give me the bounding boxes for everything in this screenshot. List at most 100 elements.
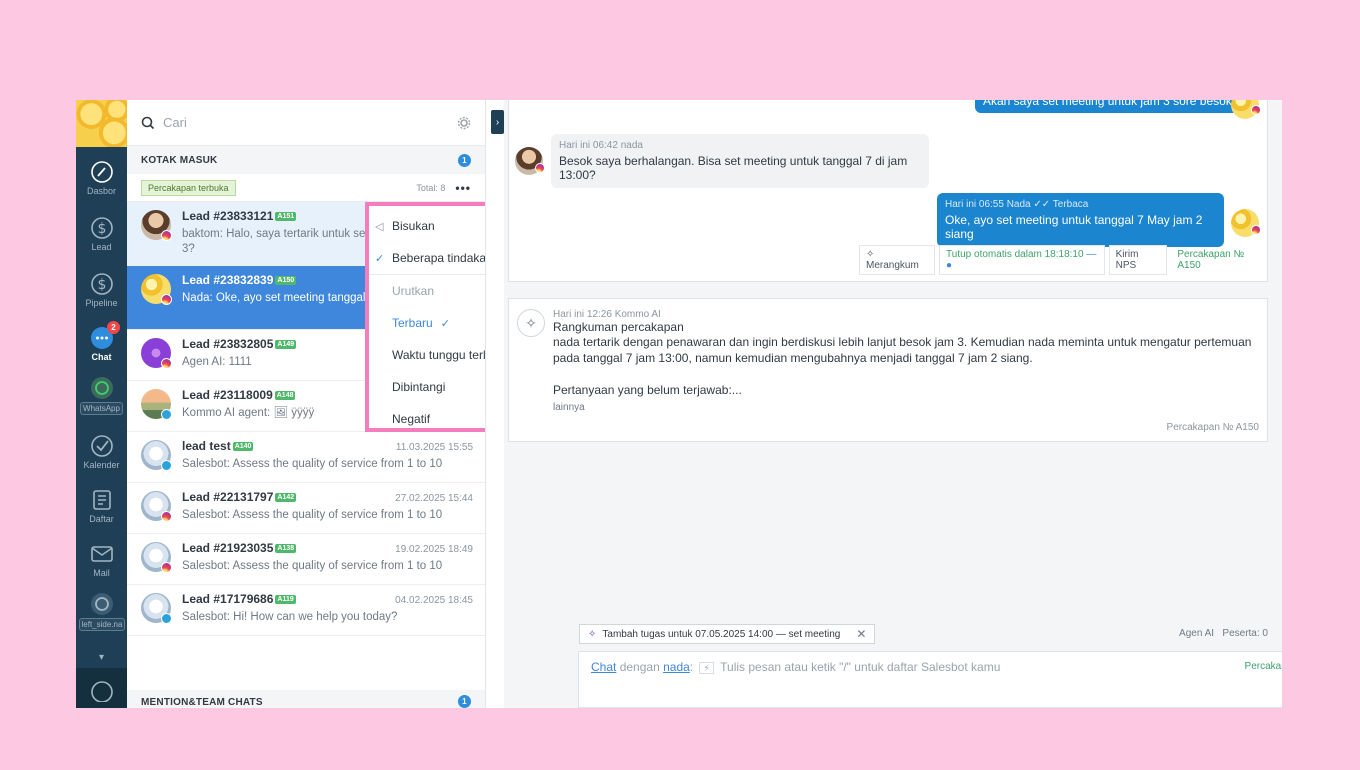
nav-label: Lead — [91, 242, 112, 252]
chat-participants-meta: Agen AI Peserta: 0 — [1179, 628, 1268, 639]
lead-title: Lead #21923035 — [182, 541, 274, 555]
pipeline-dollar-icon: $ — [90, 273, 113, 295]
lead-title: Lead #23833121 — [182, 209, 274, 223]
whatsapp-icon — [90, 593, 113, 615]
section-title: MENTION&TEAM CHATS — [141, 697, 263, 708]
instagram-icon — [1251, 225, 1261, 235]
message-text: Besok saya berhalangan. Bisa set meeting… — [559, 154, 908, 182]
lightning-icon[interactable]: ⚡ — [699, 662, 714, 674]
nav-label: Dasbor — [86, 186, 116, 196]
list-icon — [92, 490, 111, 510]
nav-kalender[interactable]: Kalender — [76, 434, 127, 470]
menu-item-sort-longest-wait[interactable]: Waktu tunggu terlama — [369, 339, 485, 371]
app-window: Dasbor $ Lead $ Pipeline 2 Chat WhatsApp… — [76, 100, 1282, 708]
check-icon: ✓ — [440, 317, 450, 330]
timestamp: 19.02.2025 18:49 — [395, 544, 473, 555]
instagram-icon — [161, 511, 172, 522]
menu-item-label: Negatif — [392, 412, 431, 426]
nav-chat[interactable]: 2 Chat — [76, 321, 127, 362]
instagram-icon — [161, 230, 172, 241]
lead-title: Lead #17179686 — [182, 592, 274, 606]
dashboard-icon — [90, 161, 113, 183]
notifications-bell-icon[interactable] — [90, 678, 114, 702]
read-status: Terbaca — [1052, 199, 1089, 210]
chip-label: Tutup otomatis dalam 18:18:10 — [946, 249, 1084, 260]
nav-label: Kalender — [83, 460, 120, 470]
inbox-section-header[interactable]: KOTAK MASUK 1 — [127, 146, 485, 174]
autoclose-toggle[interactable]: Tutup otomatis dalam 18:18:10 —● — [939, 245, 1105, 275]
menu-item-label: Dibintangi — [392, 380, 446, 394]
conversation-number[interactable]: Percakapan № A150 — [1245, 661, 1282, 672]
menu-item-sort-negative[interactable]: Negatif — [369, 403, 485, 435]
menu-item-multiple-actions[interactable]: ✓ Beberapa tindakan — [369, 242, 486, 274]
lead-title: Lead #23118009 — [182, 388, 273, 402]
close-icon[interactable]: ✕ — [856, 627, 866, 641]
calendar-check-icon — [90, 435, 113, 457]
chip-label: Kirim NPS — [1115, 249, 1139, 271]
ai-more-link[interactable]: lainnya — [553, 402, 1257, 413]
ai-summary-body: nada tertarik dengan penawaran dan ingin… — [553, 335, 1252, 365]
last-message: Salesbot: Assess the quality of service … — [182, 458, 443, 470]
search-input[interactable] — [163, 115, 457, 130]
nav-lead[interactable]: $ Lead — [76, 216, 127, 252]
double-check-icon: ✓✓ — [1033, 199, 1051, 210]
nav-pipeline[interactable]: $ Pipeline — [76, 272, 127, 308]
send-nps-button[interactable]: Kirim NPS — [1108, 245, 1168, 275]
telegram-icon — [161, 409, 172, 420]
summarize-button[interactable]: ✧ Merangkum — [859, 245, 936, 275]
gear-icon[interactable] — [457, 116, 471, 130]
agent-label[interactable]: Agen AI — [1179, 628, 1214, 639]
nav-left-side[interactable]: left_side.na — [76, 592, 127, 633]
nav-label: Daftar — [89, 514, 114, 524]
mention-team-section-header[interactable]: MENTION&TEAM CHATS 1 — [127, 690, 485, 708]
list-item[interactable]: lead test A140 11.03.2025 15:55 Salesbot:… — [127, 432, 485, 483]
conversation-list: KOTAK MASUK 1 Percakapan terbuka Total: … — [127, 100, 486, 708]
message-meta: Hari ini 06:42 nada — [559, 140, 643, 151]
instagram-icon — [161, 562, 172, 573]
list-item[interactable]: Lead #22131797 A142 27.02.2025 15:44 Sale… — [127, 483, 485, 534]
message-input[interactable] — [720, 660, 1081, 674]
lead-dollar-icon: $ — [90, 217, 113, 239]
nav-label: Mail — [93, 568, 110, 578]
nav-daftar[interactable]: Daftar — [76, 488, 127, 524]
account-avatar[interactable] — [76, 100, 127, 147]
nav-label: Pipeline — [85, 298, 118, 308]
instagram-icon — [161, 358, 172, 369]
telegram-icon — [161, 613, 172, 624]
list-item[interactable]: Lead #17179686 A119 04.02.2025 18:45 Sale… — [127, 585, 485, 636]
list-item[interactable]: Lead #21923035 A138 19.02.2025 18:49 Sale… — [127, 534, 485, 585]
menu-item-label: Bisukan — [392, 219, 435, 233]
lead-tag: A142 — [275, 493, 297, 503]
nav-dasbor[interactable]: Dasbor — [76, 160, 127, 196]
message-bubble-outgoing: Hari ini 06:55 Nada ✓✓ Terbaca Oke, ayo … — [937, 193, 1224, 247]
conversation-number: Percakapan № A150 — [1166, 422, 1259, 433]
menu-item-sort-starred[interactable]: Dibintangi — [369, 371, 485, 403]
mail-icon — [90, 546, 113, 562]
chip-label: Merangkum — [866, 260, 919, 271]
search-bar — [127, 100, 485, 146]
chevron-down-icon: ▾ — [98, 652, 105, 663]
nav-more-chevron[interactable]: ▾ — [76, 652, 127, 663]
menu-item-mute[interactable]: ◁ Bisukan — [369, 210, 485, 242]
telegram-icon — [161, 460, 172, 471]
menu-item-sort-latest[interactable]: Terbaru ✓ — [369, 307, 485, 339]
conversation-number[interactable]: Percakapan № A150 — [1177, 249, 1267, 271]
instagram-icon — [535, 163, 545, 173]
expand-panel-button[interactable]: › — [491, 110, 504, 134]
nav-whatsapp[interactable]: WhatsApp — [76, 376, 127, 417]
instagram-icon — [161, 294, 172, 305]
ai-meta: Hari ini 12:26 Kommo AI — [553, 309, 661, 320]
participants-count[interactable]: Peserta: 0 — [1222, 628, 1268, 639]
more-options-button[interactable]: ••• — [455, 181, 471, 195]
nav-mail[interactable]: Mail — [76, 542, 127, 578]
channel-chat-link[interactable]: Chat — [591, 660, 616, 674]
message-bubble-incoming: Hari ini 06:42 nada Besok saya berhalang… — [551, 134, 929, 188]
menu-item-label: Beberapa tindakan — [392, 251, 486, 265]
whatsapp-icon — [90, 377, 113, 399]
recipient-link[interactable]: nada — [663, 660, 690, 674]
svg-text:$: $ — [97, 221, 106, 237]
filter-open-conversations[interactable]: Percakapan terbuka — [141, 179, 236, 196]
add-task-chip[interactable]: ✧ Tambah tugas untuk 07.05.2025 14:00 — … — [579, 624, 876, 644]
composer-with-label: dengan — [619, 660, 660, 674]
chevron-right-icon: › — [495, 116, 500, 128]
